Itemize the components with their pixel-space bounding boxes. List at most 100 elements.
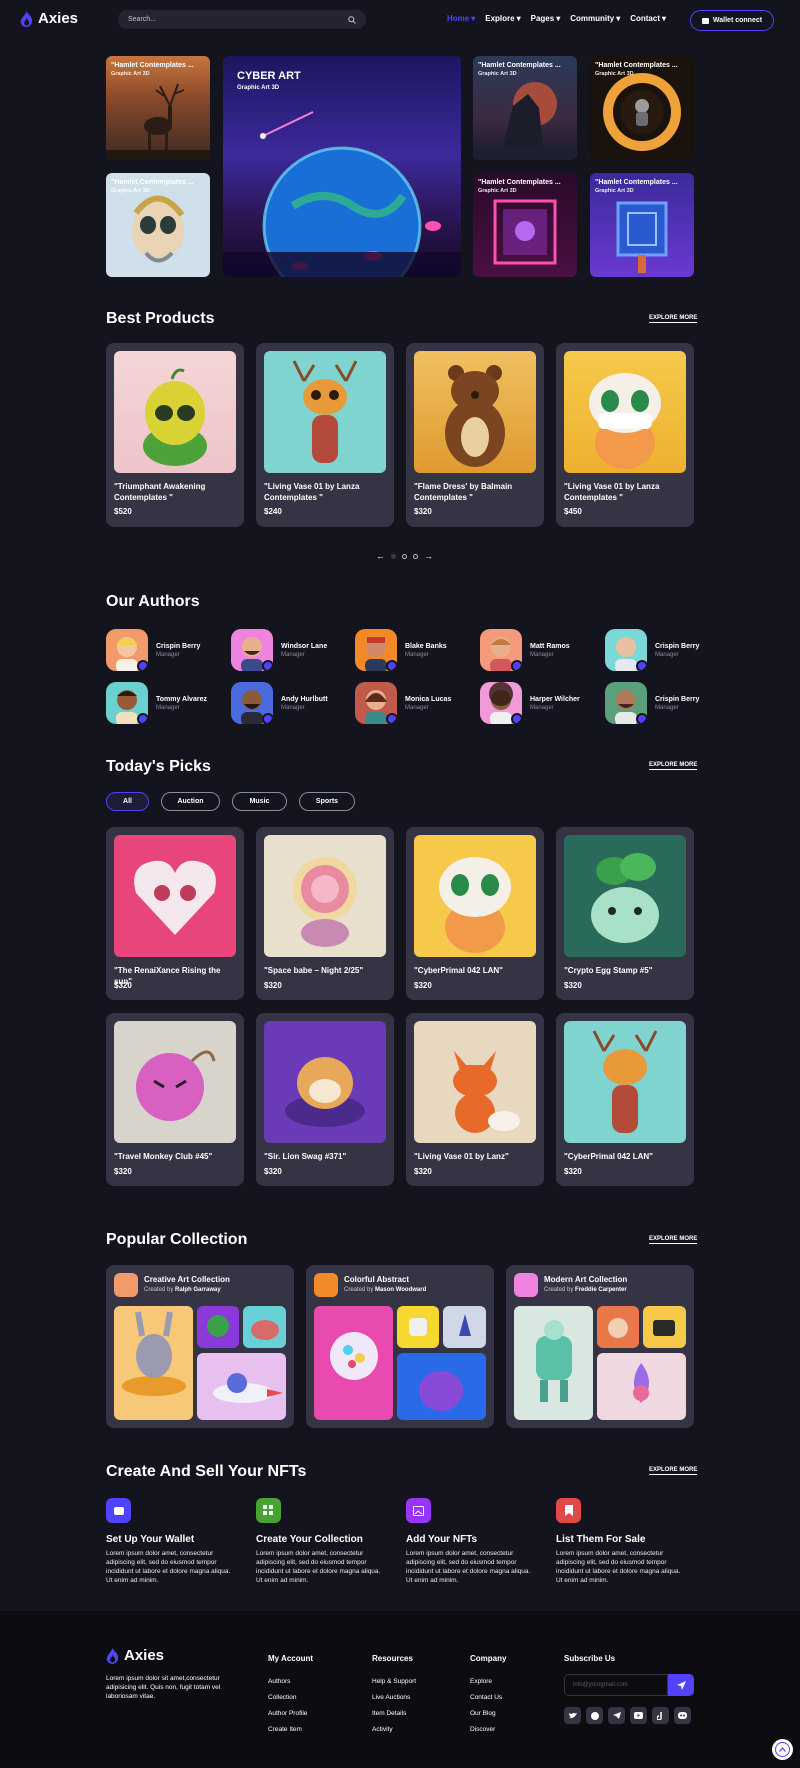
footer-link[interactable]: Explore	[470, 1678, 492, 1685]
collection-thumb	[597, 1353, 686, 1420]
bookmark-icon	[556, 1498, 581, 1523]
filter-auction[interactable]: Auction	[161, 792, 220, 811]
product-image	[414, 351, 536, 473]
step-text: Lorem ipsum dolor amet, consectetur adip…	[106, 1550, 231, 1584]
pick-card[interactable]: "Travel Monkey Club #45" $320	[106, 1013, 244, 1186]
avatar	[314, 1273, 338, 1297]
footer-link[interactable]: Author Profile	[268, 1710, 307, 1717]
arrow-right-icon[interactable]: →	[424, 551, 433, 561]
facebook-icon[interactable]	[586, 1707, 603, 1724]
filter-all[interactable]: All	[106, 792, 149, 811]
carousel-dot[interactable]	[391, 553, 396, 559]
pick-card[interactable]: "Space babe – Night 2/25" $320	[256, 827, 394, 1000]
author-item[interactable]: Tommy Alvarez Manager	[106, 682, 207, 724]
author-item[interactable]: Monica Lucas Manager	[355, 682, 451, 724]
footer-link[interactable]: Discover	[470, 1726, 495, 1733]
author-role: Manager	[156, 704, 180, 711]
collection-card[interactable]: Creative Art Collection Created by Ralph…	[106, 1265, 294, 1428]
author-name: Matt Ramos	[530, 642, 570, 650]
wallet-connect-button[interactable]: Wallet connect	[690, 10, 774, 31]
author-item[interactable]: Crispin Berry Manager	[106, 629, 200, 671]
author-item[interactable]: Andy Hurlbutt Manager	[231, 682, 328, 724]
carousel-dot[interactable]	[402, 553, 407, 559]
hero-card-frame[interactable]: "Hamlet Contemplates ... Graphic Art 3D	[590, 173, 694, 277]
grid-icon	[256, 1498, 281, 1523]
hero-card-horse[interactable]: "Hamlet Contemplates ... Graphic Art 3D	[473, 56, 577, 160]
scroll-to-top-button[interactable]	[772, 1739, 793, 1760]
product-card[interactable]: "Living Vase 01 by Lanza Contemplates " …	[556, 343, 694, 527]
author-item[interactable]: Blake Banks Manager	[355, 629, 447, 671]
footer-link[interactable]: Authors	[268, 1678, 290, 1685]
collection-author: Ralph Garraway	[175, 1287, 221, 1293]
search-icon[interactable]	[348, 15, 356, 24]
pick-image	[264, 1021, 386, 1143]
author-item[interactable]: Matt Ramos Manager	[480, 629, 570, 671]
footer-logo[interactable]: Axies	[106, 1647, 164, 1664]
product-card[interactable]: "Flame Dress' by Balmain Contemplates " …	[406, 343, 544, 527]
footer-link[interactable]: Activity	[372, 1726, 393, 1733]
skull-creature-illustration	[439, 857, 511, 953]
create-explore-link[interactable]: EXPLORE MORE	[649, 1467, 698, 1475]
search-input[interactable]: Search...	[118, 10, 366, 29]
footer-col-title: Company	[470, 1654, 507, 1663]
filter-music[interactable]: Music	[232, 792, 287, 811]
footer-link[interactable]: Collection	[268, 1694, 297, 1701]
pick-card[interactable]: "Crypto Egg Stamp #5" $320	[556, 827, 694, 1000]
footer-link[interactable]: Live Auctions	[372, 1694, 410, 1701]
pick-card[interactable]: "CyberPrimal 042 LAN" $320	[556, 1013, 694, 1186]
twitter-icon[interactable]	[564, 1707, 581, 1724]
author-item[interactable]: Crispin Berry Manager	[605, 629, 699, 671]
nav-pages[interactable]: Pages ▾	[531, 14, 561, 23]
discord-icon[interactable]	[674, 1707, 691, 1724]
product-card[interactable]: "Triumphant Awakening Contemplates " $52…	[106, 343, 244, 527]
tiktok-icon[interactable]	[652, 1707, 669, 1724]
hero-card-skull[interactable]: "Hamlet Contemplates ... Graphic Art 3D	[106, 173, 210, 277]
footer-link[interactable]: Help & Support	[372, 1678, 416, 1685]
chevron-down-icon: ▾	[556, 14, 561, 23]
author-name: Blake Banks	[405, 642, 447, 650]
pick-card[interactable]: "Living Vase 01 by Lanz" $320	[406, 1013, 544, 1186]
hero-card-cyber-art[interactable]: CYBER ART Graphic Art 3D	[223, 56, 461, 277]
best-products-explore-link[interactable]: EXPLORE MORE	[649, 315, 698, 323]
author-item[interactable]: Harper Wilcher Manager	[480, 682, 580, 724]
footer-link[interactable]: Contact Us	[470, 1694, 502, 1701]
footer-link[interactable]: Our Blog	[470, 1710, 496, 1717]
product-price: $240	[264, 507, 282, 516]
email-input[interactable]: info@yourgmail.com	[564, 1674, 668, 1696]
footer-link[interactable]: Create Item	[268, 1726, 302, 1733]
hamster-illustration	[285, 1057, 365, 1127]
step-title: List Them For Sale	[556, 1534, 646, 1545]
hero-card-title: "Hamlet Contemplates ...	[478, 62, 561, 69]
subscribe-button[interactable]	[668, 1674, 694, 1696]
deer-character-illustration	[592, 1030, 658, 1133]
footer-link[interactable]: Item Details	[372, 1710, 406, 1717]
youtube-icon[interactable]	[630, 1707, 647, 1724]
collection-card[interactable]: Modern Art Collection Created by Freddie…	[506, 1265, 694, 1428]
nav-explore[interactable]: Explore ▾	[485, 14, 520, 23]
carousel-dot[interactable]	[413, 553, 418, 559]
hero-card-neon[interactable]: "Hamlet Contemplates ... Graphic Art 3D	[473, 173, 577, 277]
pick-image	[114, 1021, 236, 1143]
nav-contact[interactable]: Contact ▾	[630, 14, 666, 23]
author-name: Harper Wilcher	[530, 695, 580, 703]
nav-home[interactable]: Home ▾	[447, 14, 475, 23]
logo[interactable]: Axies	[20, 10, 78, 27]
collection-card[interactable]: Colorful Abstract Created by Mason Woodw…	[306, 1265, 494, 1428]
pick-card[interactable]: "The RenaiXance Rising the sun" $320	[106, 827, 244, 1000]
author-item[interactable]: Windsor Lane Manager	[231, 629, 327, 671]
filter-sports[interactable]: Sports	[299, 792, 355, 811]
hero-card-deer[interactable]: "Hamlet Contemplates ... Graphic Art 3D	[106, 56, 210, 160]
collection-explore-link[interactable]: EXPLORE MORE	[649, 1236, 698, 1244]
arrow-left-icon[interactable]: ←	[376, 551, 385, 561]
product-card[interactable]: "Living Vase 01 by Lanza Contemplates " …	[256, 343, 394, 527]
pick-card[interactable]: "CyberPrimal 042 LAN" $320	[406, 827, 544, 1000]
nav-community[interactable]: Community ▾	[570, 14, 620, 23]
picks-explore-link[interactable]: EXPLORE MORE	[649, 762, 698, 770]
telegram-icon[interactable]	[608, 1707, 625, 1724]
author-name: Windsor Lane	[281, 642, 328, 650]
pick-card[interactable]: "Sir. Lion Swag #371" $320	[256, 1013, 394, 1186]
author-item[interactable]: Crispin Berry Manager	[605, 682, 699, 724]
product-image	[114, 351, 236, 473]
hero-card-title: "Hamlet Contemplates ...	[111, 62, 194, 69]
hero-card-portal[interactable]: "Hamlet Contemplates ... Graphic Art 3D	[590, 56, 694, 160]
